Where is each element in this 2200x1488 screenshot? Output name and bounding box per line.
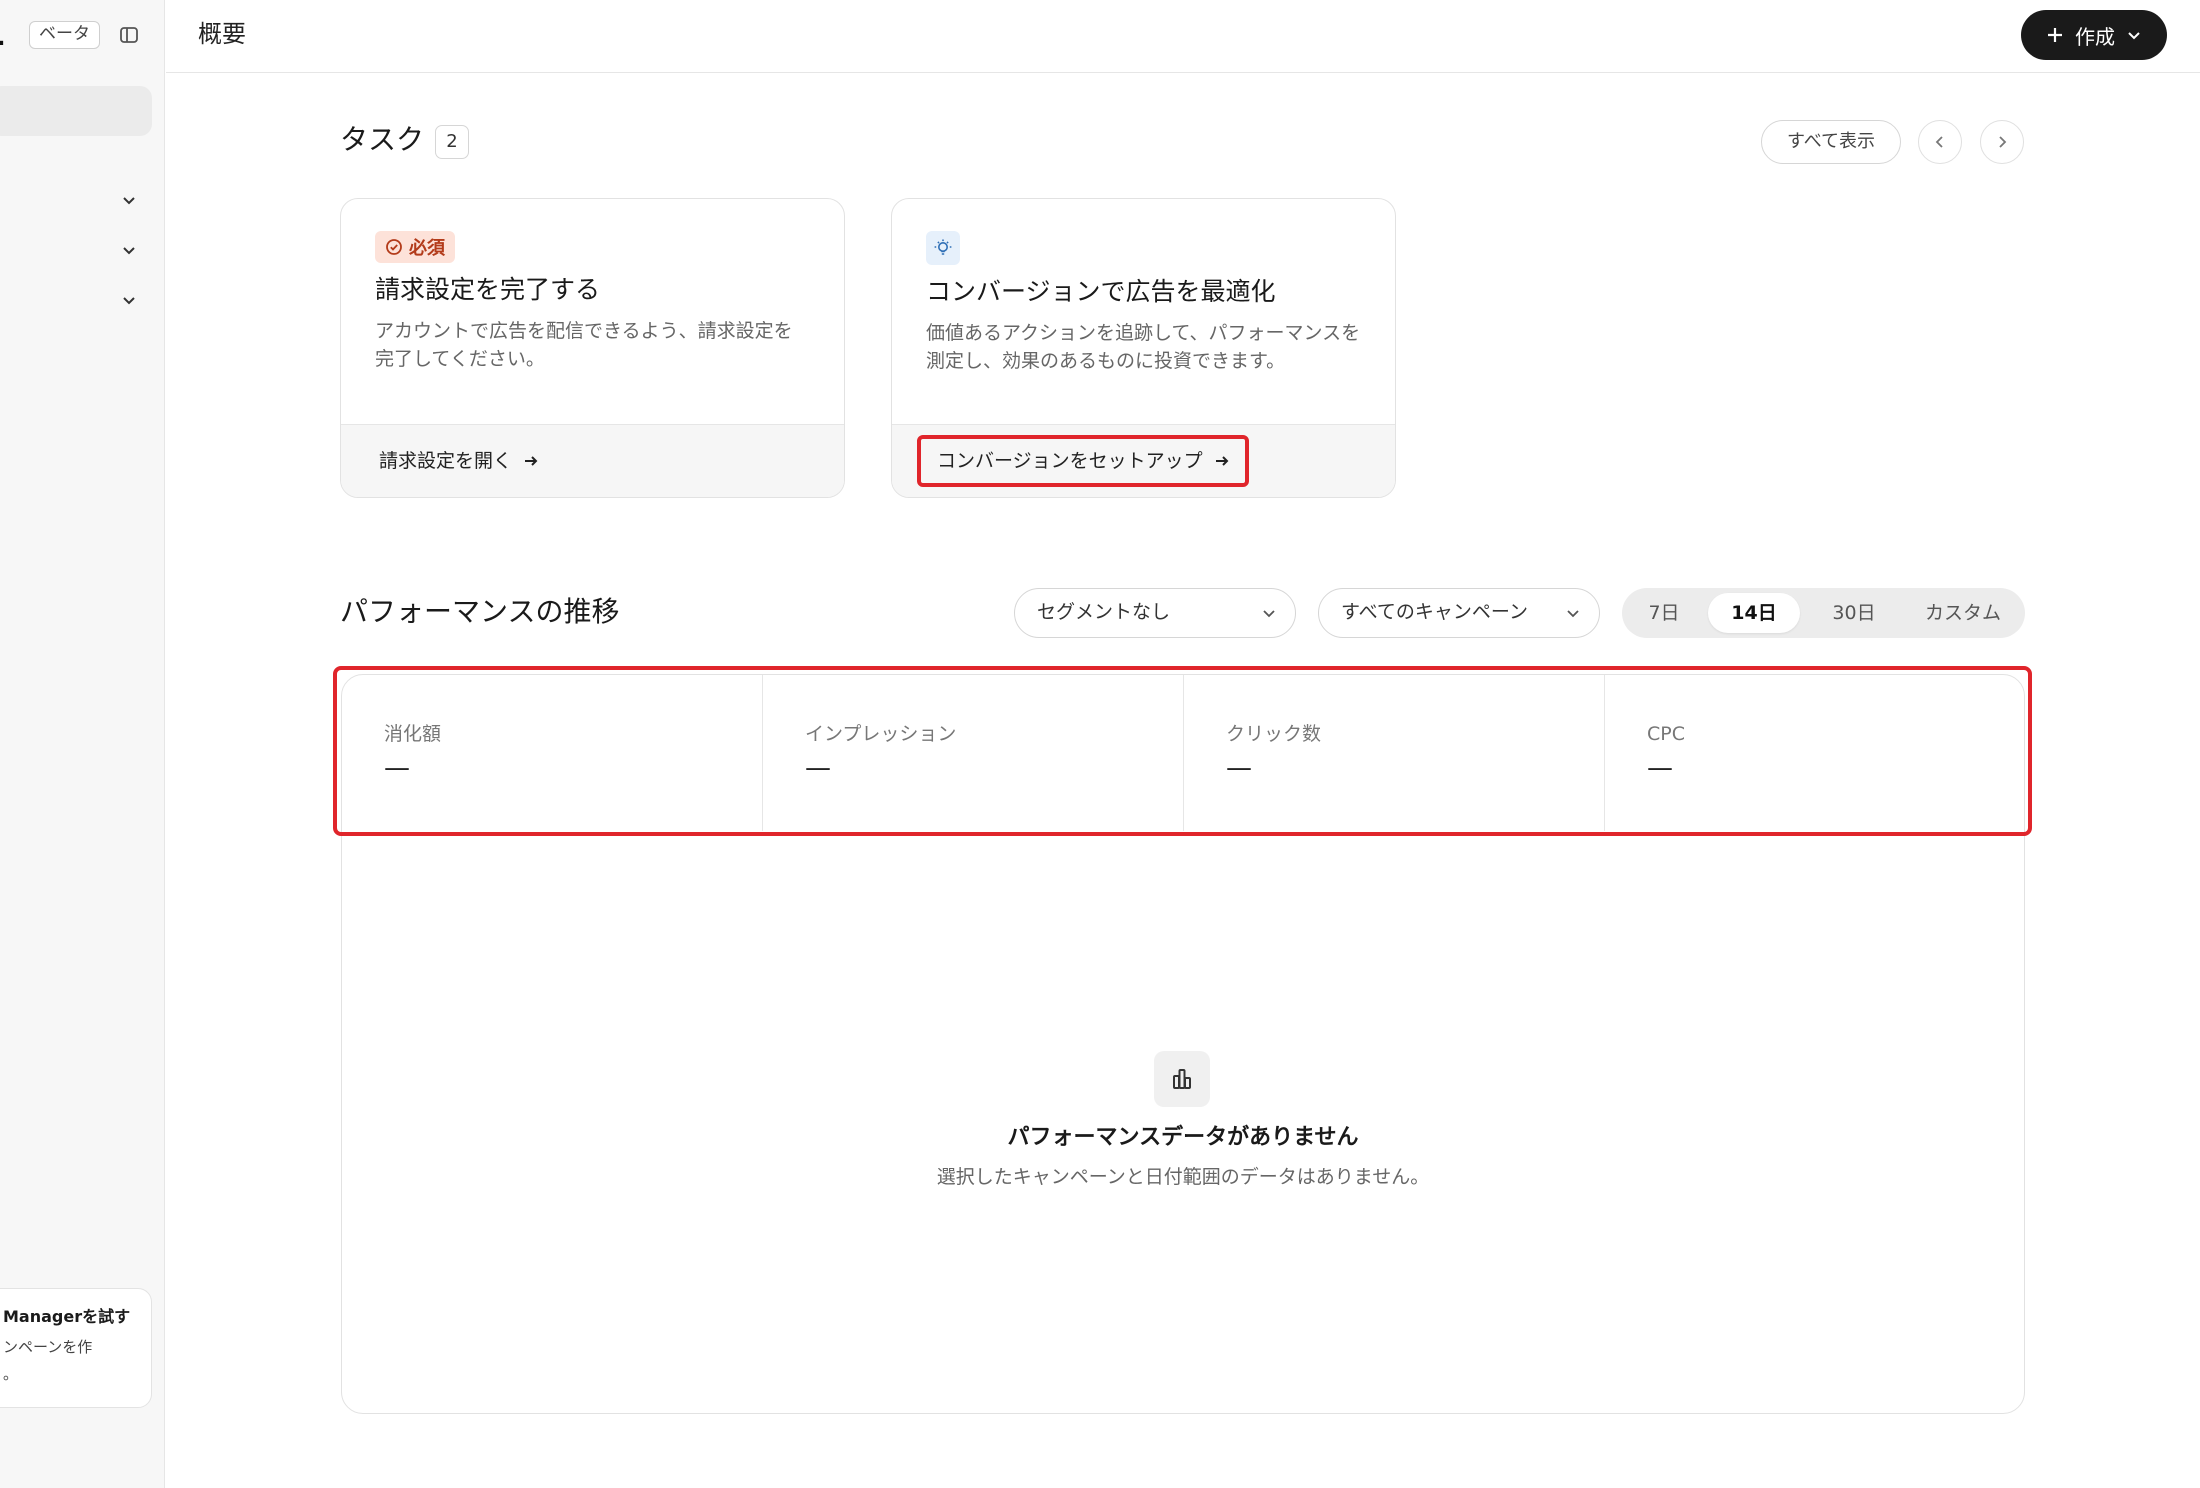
logo: . (0, 14, 7, 54)
check-circle-icon (386, 239, 402, 255)
tasks-title: タスク (340, 123, 425, 156)
task-card-title: コンバージョンで広告を最適化 (926, 277, 1276, 306)
chevron-down-icon[interactable] (118, 290, 140, 312)
required-badge-label: 必須 (409, 238, 445, 259)
setup-conversions-link[interactable]: コンバージョンをセットアップ (917, 435, 1249, 487)
campaign-dropdown[interactable]: すべてのキャンペーン (1318, 588, 1600, 638)
promo-title: Managerを試す (3, 1307, 131, 1326)
arrow-right-icon (525, 456, 538, 466)
range-14d[interactable]: 14日 (1708, 593, 1800, 633)
bar-chart-icon (1154, 1051, 1210, 1107)
range-7d[interactable]: 7日 (1630, 593, 1698, 633)
segment-dropdown[interactable]: セグメントなし (1014, 588, 1296, 638)
chevron-down-icon (1567, 610, 1579, 618)
empty-state-title: パフォーマンスデータがありません (1007, 1125, 1359, 1150)
required-badge: 必須 (375, 231, 455, 263)
sidebar: . ベータ Managerを試す ンペーンを作 。 (0, 0, 165, 1488)
campaign-dropdown-value: すべてのキャンペーン (1341, 601, 1528, 623)
highlight-box (333, 666, 2032, 836)
create-button[interactable]: 作成 (2021, 10, 2167, 60)
task-card-description: 価値あるアクションを追跡して、パフォーマンスを測定し、効果のあるものに投資できま… (926, 322, 1361, 372)
chevron-right-icon (1999, 136, 2007, 148)
setup-conversions-link-label: コンバージョンをセットアップ (937, 450, 1203, 472)
chevron-down-icon (1263, 610, 1275, 618)
performance-title: パフォーマンスの推移 (340, 595, 620, 628)
open-billing-link-label: 請求設定を開く (379, 450, 513, 472)
segment-dropdown-value: セグメントなし (1037, 601, 1171, 623)
arrow-right-icon (1215, 456, 1229, 466)
task-card-billing: 必須 請求設定を完了する アカウントで広告を配信できるよう、請求設定を完了してく… (340, 198, 845, 498)
chevron-down-icon[interactable] (118, 240, 140, 262)
task-card-conversions: コンバージョンで広告を最適化 価値あるアクションを追跡して、パフォーマンスを測定… (891, 198, 1396, 498)
chevron-left-icon (1935, 136, 1943, 148)
task-card-title: 請求設定を完了する (375, 275, 601, 304)
lightbulb-icon (926, 231, 960, 265)
promo-card[interactable]: Managerを試す ンペーンを作 。 (0, 1288, 152, 1408)
next-button[interactable] (1980, 120, 2024, 164)
chevron-down-icon[interactable] (118, 190, 140, 212)
date-range-selector: 7日 14日 30日 カスタム (1622, 588, 2025, 638)
promo-body-line: 。 (3, 1365, 19, 1383)
range-custom[interactable]: カスタム (1906, 593, 2020, 633)
show-all-button[interactable]: すべて表示 (1761, 120, 1901, 164)
open-billing-link[interactable]: 請求設定を開く (379, 447, 540, 475)
empty-state-subtitle: 選択したキャンペーンと日付範囲のデータはありません。 (936, 1166, 1430, 1188)
promo-body-line: ンペーンを作 (3, 1338, 93, 1356)
task-card-footer: コンバージョンをセットアップ (892, 424, 1395, 497)
task-count-badge: 2 (435, 125, 469, 159)
beta-badge: ベータ (29, 21, 100, 49)
sidebar-item-overview[interactable] (0, 86, 152, 136)
toggle-sidebar-icon[interactable] (118, 24, 140, 46)
top-header: 概要 作成 (166, 0, 2200, 73)
range-30d[interactable]: 30日 (1808, 593, 1900, 633)
page-title: 概要 (198, 20, 246, 48)
prev-button[interactable] (1918, 120, 1962, 164)
create-button-label: 作成 (2075, 24, 2115, 49)
chevron-down-icon (2128, 32, 2140, 40)
task-card-description: アカウントで広告を配信できるよう、請求設定を完了してください。 (375, 320, 793, 370)
task-card-footer: 請求設定を開く (341, 424, 844, 497)
plus-icon (2048, 28, 2062, 42)
